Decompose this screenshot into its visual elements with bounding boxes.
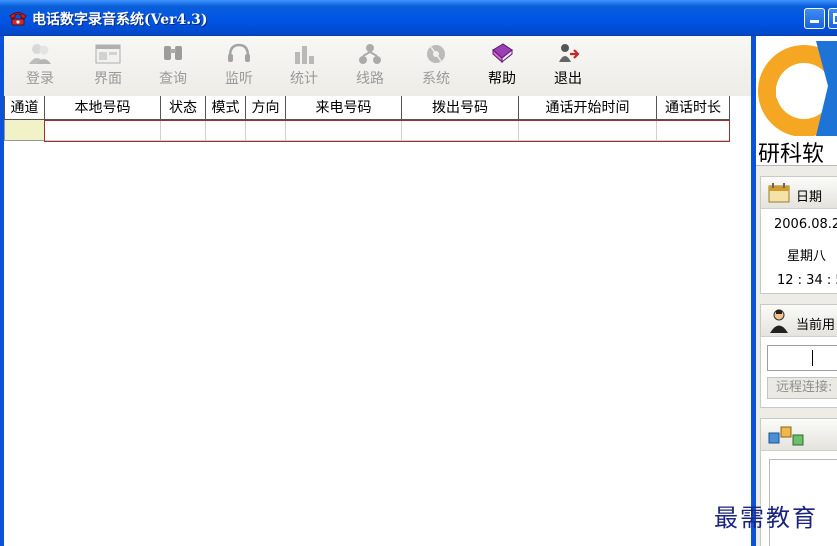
login-button-label: 登录: [26, 71, 54, 87]
system-button-label: 系统: [422, 71, 450, 87]
line-button[interactable]: 线路: [340, 42, 400, 92]
remote-connect-button[interactable]: 远程连接:: [767, 377, 837, 399]
column-header-direction[interactable]: 方向: [245, 96, 286, 120]
logo-text: 研科软: [758, 142, 825, 166]
date-panel: 日期 2006.08.2 星期八 12 : 34 : 5: [760, 176, 837, 294]
call-table: 通道 本地号码 状态 模式 方向 来电号码 拨出号码 通话开始时间 通话时长: [4, 96, 730, 141]
query-button[interactable]: 查询: [143, 42, 203, 92]
help-button-label: 帮助: [488, 71, 516, 87]
column-header-call-duration[interactable]: 通话时长: [656, 96, 730, 120]
column-header-incoming-number[interactable]: 来电号码: [285, 96, 402, 120]
exit-icon: [559, 44, 580, 62]
column-header-channel[interactable]: 通道: [4, 96, 45, 120]
column-header-outgoing-number[interactable]: 拨出号码: [401, 96, 519, 120]
chart-icon: [295, 46, 314, 64]
minimize-icon: [810, 20, 819, 23]
current-date: 2006.08.2: [774, 217, 837, 232]
monitor-button[interactable]: 监听: [209, 42, 269, 92]
table-cell[interactable]: [205, 119, 246, 141]
disc-settings-icon: [427, 45, 445, 63]
statistics-button[interactable]: 统计: [274, 42, 334, 92]
user-panel-label: 当前用: [796, 318, 836, 333]
network-icon: [359, 44, 381, 64]
column-header-status[interactable]: 状态: [160, 96, 206, 120]
grid-header-row: 通道 本地号码 状态 模式 方向 来电号码 拨出号码 通话开始时间 通话时长: [4, 96, 730, 120]
minimize-button[interactable]: [804, 8, 825, 29]
table-cell[interactable]: [401, 119, 519, 141]
text-caret: [812, 350, 813, 366]
current-time: 12 : 34 : 5: [777, 273, 837, 288]
telephone-app-icon: [9, 12, 27, 26]
user-panel: 当前用 远程连接:: [760, 304, 837, 408]
table-cell[interactable]: [656, 119, 730, 141]
exit-button[interactable]: 退出: [538, 42, 598, 92]
toolbar: 登录 界面 查询 监听 统计 线路 系统 帮助 退出: [4, 36, 751, 96]
table-cell[interactable]: [44, 119, 161, 141]
help-button[interactable]: 帮助: [472, 42, 532, 92]
login-button[interactable]: 登录: [10, 42, 70, 92]
maximize-icon: [833, 13, 837, 24]
ek-logo-icon: [758, 41, 837, 137]
query-button-label: 查询: [159, 71, 187, 87]
right-panel: 研科软 日期 2006.08.2 星期八 12 : 34 : 5 当前用 远程连…: [756, 36, 837, 546]
interface-button[interactable]: 界面: [78, 42, 138, 92]
current-weekday: 星期八: [787, 249, 827, 264]
column-header-call-start-time[interactable]: 通话开始时间: [518, 96, 657, 120]
extra-panel-header: [761, 419, 837, 451]
network-cubes-icon: [768, 426, 804, 446]
statistics-button-label: 统计: [290, 71, 318, 87]
table-cell[interactable]: [285, 119, 402, 141]
interface-button-label: 界面: [94, 71, 122, 87]
column-header-local-number[interactable]: 本地号码: [44, 96, 161, 120]
calendar-icon: [768, 183, 790, 203]
window-title: 电话数字录音系统(Ver4.3): [32, 12, 208, 28]
exit-button-label: 退出: [554, 71, 582, 87]
headset-icon: [228, 43, 250, 62]
current-user-field[interactable]: [767, 345, 837, 371]
call-grid[interactable]: 通道 本地号码 状态 模式 方向 来电号码 拨出号码 通话开始时间 通话时长: [4, 96, 751, 546]
title-bar: 电话数字录音系统(Ver4.3): [0, 0, 837, 36]
column-header-mode[interactable]: 模式: [205, 96, 246, 120]
table-cell[interactable]: [160, 119, 206, 141]
company-logo: 研科软: [756, 36, 837, 166]
user-person-icon: [770, 309, 788, 333]
window-layout-icon: [95, 44, 121, 64]
system-button[interactable]: 系统: [406, 42, 466, 92]
table-row[interactable]: [4, 119, 730, 141]
user-panel-header: 当前用: [761, 305, 837, 337]
help-book-icon: [492, 43, 513, 64]
table-cell[interactable]: [518, 119, 657, 141]
line-button-label: 线路: [356, 71, 384, 87]
row-header-cell[interactable]: [4, 119, 45, 141]
date-panel-label: 日期: [796, 190, 823, 205]
binoculars-icon: [164, 46, 182, 60]
monitor-button-label: 监听: [225, 71, 253, 87]
maximize-button[interactable]: [828, 8, 837, 29]
watermark-text: 最需教育: [714, 504, 818, 532]
users-login-icon: [29, 44, 51, 64]
table-cell[interactable]: [245, 119, 286, 141]
date-panel-header: 日期: [761, 177, 837, 209]
